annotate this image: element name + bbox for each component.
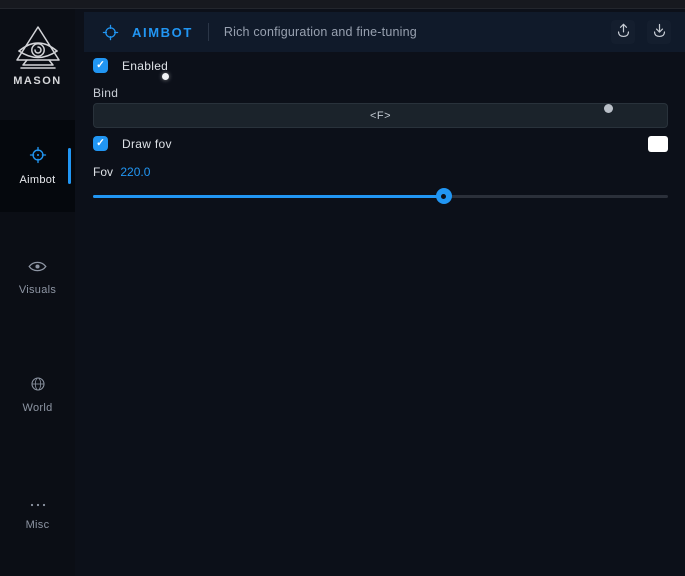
window-top-strip	[0, 0, 685, 9]
mason-eye-pyramid-icon	[14, 25, 62, 71]
bind-key-input[interactable]: <F>	[93, 103, 668, 128]
particle-dot	[604, 104, 613, 113]
sidebar-item-label: Visuals	[19, 284, 56, 296]
globe-icon	[30, 376, 46, 397]
export-config-button[interactable]	[611, 20, 635, 44]
fov-slider-fill	[93, 195, 444, 198]
main-panel: AIMBOT Rich configuration and fine-tunin…	[75, 9, 685, 576]
crosshair-icon	[102, 24, 119, 41]
sidebar-item-world[interactable]: World	[0, 355, 75, 435]
bind-label: Bind	[93, 86, 118, 100]
mason-menu-window: MASON Aimbot Visuals	[0, 0, 685, 576]
crosshair-icon	[29, 146, 47, 169]
draw-fov-label: Draw fov	[122, 137, 172, 151]
sidebar-item-aimbot[interactable]: Aimbot	[0, 120, 75, 212]
eye-icon	[28, 259, 47, 279]
enabled-label: Enabled	[122, 59, 168, 73]
sidebar-item-label: Aimbot	[19, 174, 55, 186]
sidebar-item-visuals[interactable]: Visuals	[0, 237, 75, 317]
page-subtitle: Rich configuration and fine-tuning	[224, 25, 417, 39]
page-title: AIMBOT	[132, 25, 193, 40]
cursor-dot	[162, 73, 169, 80]
fov-slider-thumb[interactable]	[436, 188, 452, 204]
fov-color-swatch[interactable]	[648, 136, 668, 152]
active-tab-indicator	[68, 148, 71, 184]
app-name: MASON	[13, 75, 61, 87]
fov-slider[interactable]	[93, 187, 668, 205]
sidebar-item-misc[interactable]: Misc	[0, 473, 75, 553]
header-actions	[611, 20, 671, 44]
draw-fov-checkbox[interactable]	[93, 136, 108, 151]
ellipsis-icon	[29, 496, 47, 514]
fov-label-row: Fov 220.0	[93, 165, 150, 179]
fov-value: 220.0	[120, 165, 150, 179]
import-config-button[interactable]	[647, 20, 671, 44]
download-icon	[651, 22, 668, 42]
enabled-checkbox[interactable]	[93, 58, 108, 73]
app-logo: MASON	[0, 25, 75, 87]
sidebar-item-label: World	[22, 402, 52, 414]
sidebar-item-label: Misc	[26, 519, 50, 531]
page-header: AIMBOT Rich configuration and fine-tunin…	[84, 12, 685, 52]
upload-icon	[615, 22, 632, 42]
sidebar: MASON Aimbot Visuals	[0, 9, 75, 576]
header-divider	[208, 23, 209, 41]
fov-label: Fov	[93, 165, 113, 179]
draw-fov-row: Draw fov	[93, 136, 172, 151]
enabled-row: Enabled	[93, 58, 168, 73]
bind-key-value: <F>	[370, 110, 391, 122]
